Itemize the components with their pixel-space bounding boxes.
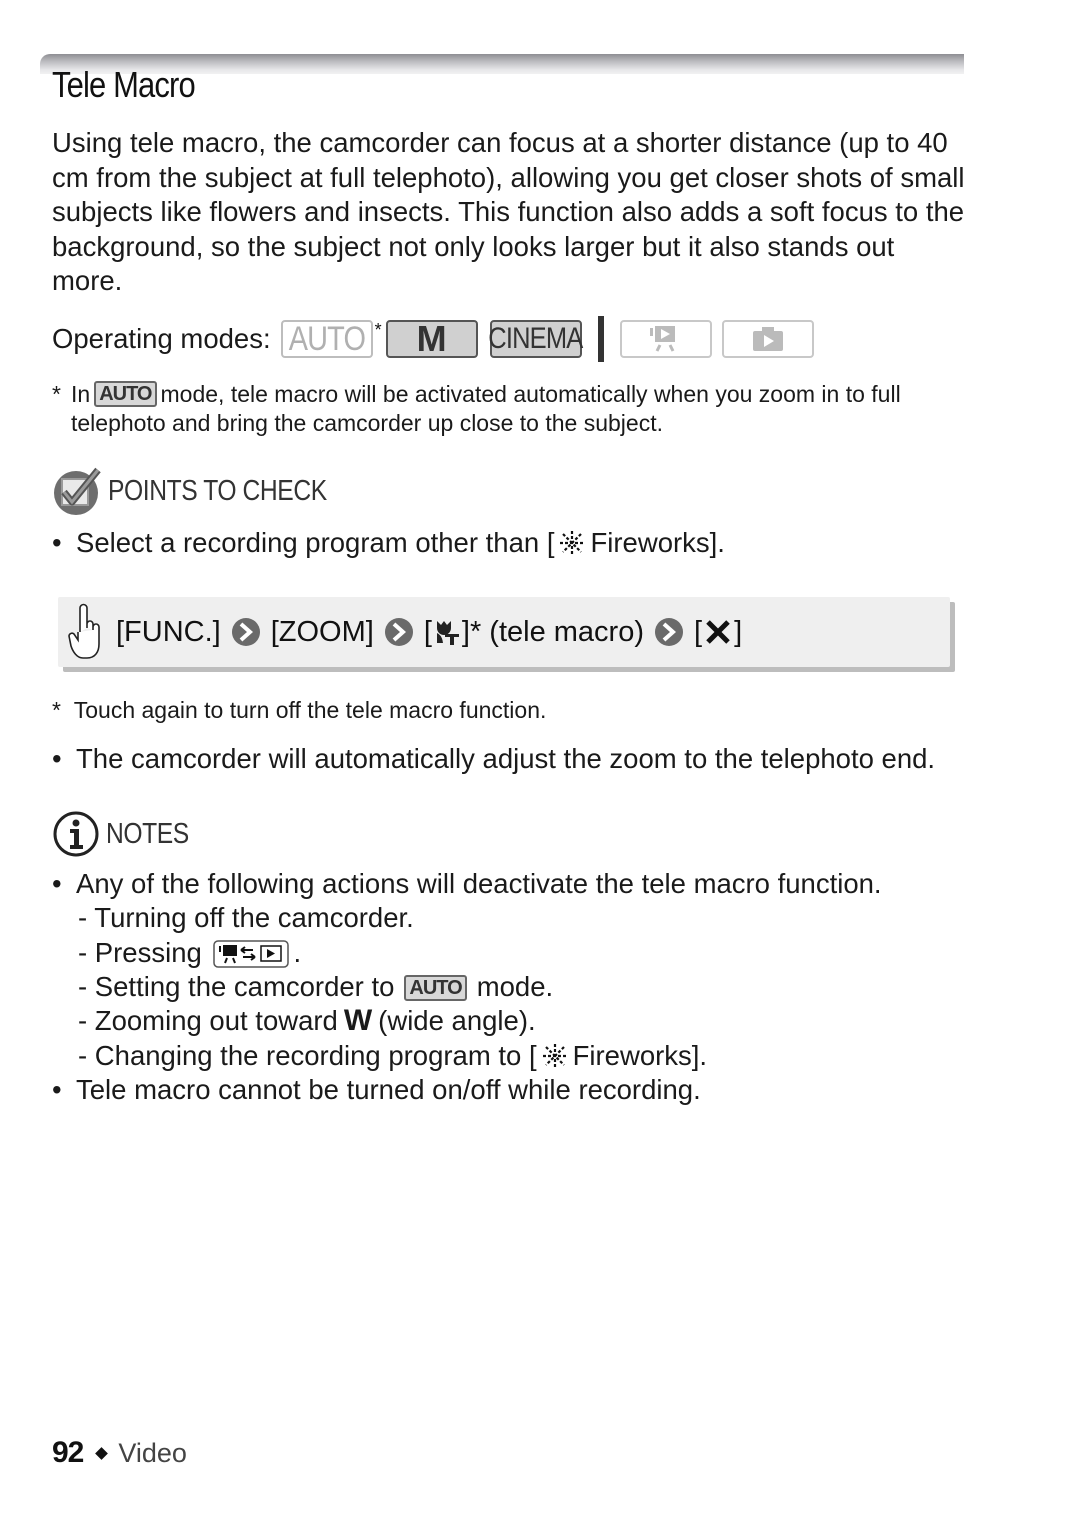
section-name: Video (118, 1437, 187, 1468)
procedure-box: [FUNC.] [ZOOM] [ ]* (tele macro) [ ] (58, 597, 950, 667)
next-step-arrow-icon (384, 618, 413, 646)
next-step-arrow-icon (655, 618, 683, 646)
list-item: • Any of the following actions will deact… (52, 868, 882, 899)
close-step-open: [ (694, 615, 703, 648)
page-title: Tele Macro (52, 64, 196, 105)
operating-modes-label: Operating modes: (52, 322, 271, 354)
fireworks-icon (560, 531, 585, 555)
operating-modes-row: Operating modes: AUTO * M CINEMA (52, 316, 814, 362)
intro-paragraph: Using tele macro, the camcorder can focu… (52, 127, 965, 296)
footnote-text-after: mode, tele macro will be activated autom… (71, 381, 901, 436)
next-step-arrow-icon (231, 618, 260, 646)
tele-macro-icon[interactable] (434, 619, 460, 645)
auto-inline-badge: AUTO (94, 381, 157, 407)
auto-asterisk: * (374, 320, 382, 340)
tele-macro-step-close: ]* (tele macro) (461, 615, 644, 648)
list-item: • The camcorder will automatically adjust… (52, 743, 936, 774)
mode-manual-badge: M (385, 318, 478, 359)
sub-list-item: - Turning off the camcorder. (78, 902, 414, 933)
auto-inline-badge: AUTO (404, 975, 467, 1001)
points-to-check-label: POINTS TO CHECK (108, 474, 327, 507)
info-icon (53, 811, 99, 857)
mode-video-playback-badge (619, 320, 712, 358)
mode-separator (597, 316, 604, 362)
auto-mode-footnote: * In AUTO mode, tele macro will be activat… (52, 380, 972, 438)
zoom-step[interactable]: [ZOOM] (271, 616, 374, 649)
notes-label: NOTES (106, 817, 189, 850)
close-icon[interactable] (704, 618, 732, 646)
mode-photo-playback-badge (721, 320, 814, 358)
points-to-check-heading: POINTS TO CHECK (52, 466, 365, 516)
sub-list-item: - Pressing . (78, 937, 302, 968)
mode-auto-badge: AUTO (280, 320, 373, 358)
notes-heading: NOTES (52, 810, 203, 858)
page-footer: 92 Video (52, 1436, 187, 1470)
video-playback-icon (649, 326, 675, 352)
checkmark-icon (54, 467, 101, 515)
sub-list-item: - Zooming out toward W (wide angle). (78, 1004, 536, 1037)
page-number: 92 (52, 1436, 84, 1469)
close-step-close: ] (734, 615, 743, 648)
sub-list-item: - Setting the camcorder to AUTO mode. (78, 971, 554, 1002)
mode-cinema-badge: CINEMA (489, 320, 583, 358)
camera-play-toggle-icon (213, 940, 290, 968)
touch-again-footnote: * Touch again to turn off the tele macro… (52, 697, 547, 723)
touch-hand-icon (68, 603, 100, 659)
sub-list-item: - Changing the recording program to [ Fi… (78, 1040, 708, 1071)
footnote-marker: * (52, 381, 61, 407)
list-item: • Select a recording program other than [… (52, 527, 725, 558)
tele-macro-step-open: [ (423, 615, 432, 648)
fireworks-icon (542, 1044, 567, 1068)
func-step[interactable]: [FUNC.] (116, 616, 221, 649)
list-item: • Tele macro cannot be turned on/off whil… (52, 1074, 701, 1105)
photo-playback-icon (752, 327, 783, 351)
footnote-text-before: In (71, 381, 91, 407)
wide-angle-glyph: W (343, 1004, 373, 1037)
diamond-separator-icon (95, 1446, 109, 1460)
